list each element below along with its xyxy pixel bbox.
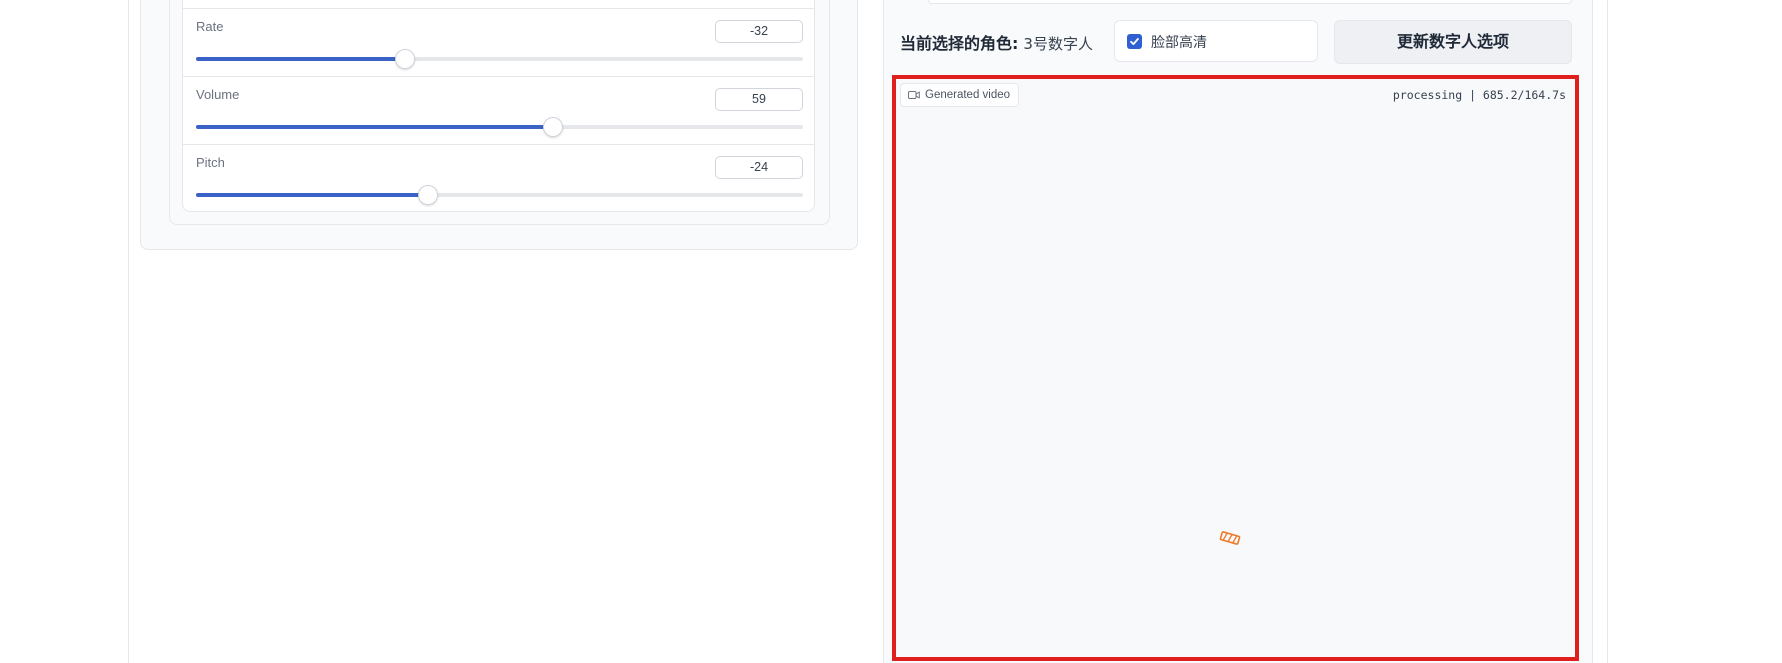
slider-row-volume: Volume 59 xyxy=(183,76,814,144)
slider-track-pitch[interactable] xyxy=(196,185,803,205)
slider-label-rate: Rate xyxy=(196,19,224,34)
face-hd-label: 脸部高清 xyxy=(1151,35,1207,51)
selected-role-label: 当前选择的角色: xyxy=(900,34,1019,53)
slider-fill-pitch xyxy=(196,193,429,197)
update-avatar-options-button[interactable]: 更新数字人选项 xyxy=(1334,20,1572,64)
slider-value-volume[interactable]: 59 xyxy=(715,88,803,111)
slider-row-pitch: Pitch -24 xyxy=(183,144,814,212)
top-strip xyxy=(928,0,1572,4)
processing-status: processing | 685.2/164.7s xyxy=(1392,88,1566,102)
slider-thumb-pitch[interactable] xyxy=(418,185,439,205)
slider-thumb-rate[interactable] xyxy=(395,49,416,69)
checkmark-icon xyxy=(1130,38,1139,45)
slider-thumb-volume[interactable] xyxy=(542,117,563,137)
slider-value-pitch[interactable]: -24 xyxy=(715,156,803,179)
selected-role-value: 3号数字人 xyxy=(1023,35,1093,53)
slider-value-rate[interactable]: -32 xyxy=(715,20,803,43)
generated-video-output: Generated video processing | 685.2/164.7… xyxy=(892,75,1579,661)
slider-fill-volume xyxy=(196,125,553,129)
slider-label-pitch: Pitch xyxy=(196,155,225,170)
slider-row-rate: Rate -32 xyxy=(183,8,814,76)
slider-label-volume: Volume xyxy=(196,87,240,102)
generated-video-tag: Generated video xyxy=(900,83,1020,107)
face-hd-checkbox[interactable] xyxy=(1127,34,1142,49)
page: Rate -32 Volume 59 Pitch -24 当前选择的角色: 3号… xyxy=(0,0,1782,663)
video-camera-icon xyxy=(908,91,920,99)
slider-fill-rate xyxy=(196,57,406,61)
slider-track-rate[interactable] xyxy=(196,49,803,69)
generated-video-tag-label: Generated video xyxy=(925,89,1011,101)
slider-stack: Rate -32 Volume 59 Pitch -24 xyxy=(182,0,815,212)
selected-role: 当前选择的角色: 3号数字人 xyxy=(900,30,1093,54)
loading-spinner-icon xyxy=(1219,531,1241,545)
slider-track-volume[interactable] xyxy=(196,117,803,137)
face-hd-checkbox-container[interactable]: 脸部高清 xyxy=(1114,20,1318,62)
